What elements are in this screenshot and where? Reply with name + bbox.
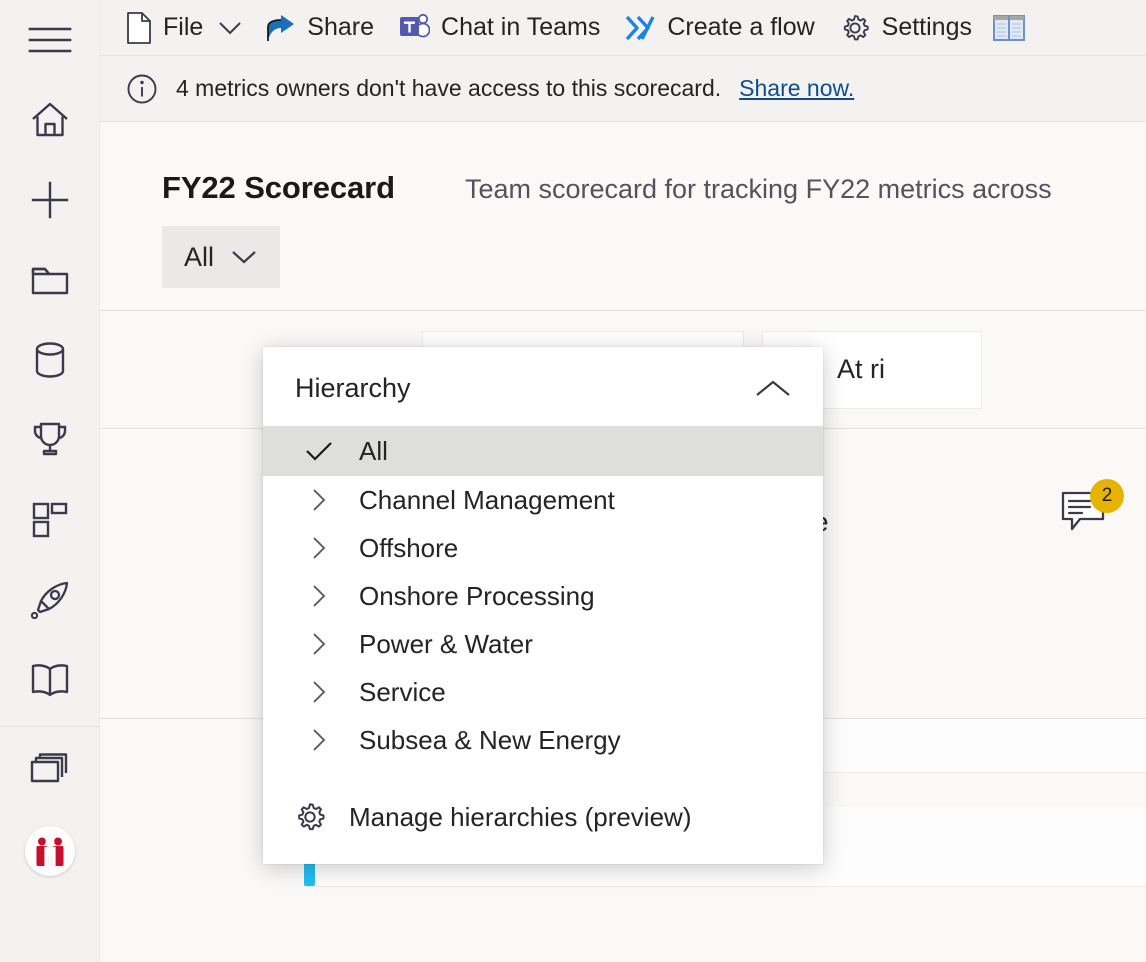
hierarchy-flyout-title: Hierarchy	[295, 373, 411, 404]
check-icon	[279, 439, 359, 463]
menu-icon[interactable]	[0, 0, 100, 80]
chevron-right-icon[interactable]	[279, 583, 359, 609]
hierarchy-item-label: Subsea & New Energy	[359, 725, 621, 756]
filter-row: All	[100, 206, 1146, 288]
workspaces-icon[interactable]	[0, 731, 100, 811]
hierarchy-item-offshore[interactable]: Offshore	[263, 524, 823, 572]
main-area: File Share C	[100, 0, 1146, 962]
data-hub-icon[interactable]	[0, 320, 100, 400]
apps-icon[interactable]	[0, 480, 100, 560]
left-nav-rail	[0, 0, 100, 962]
file-menu-button[interactable]: File	[114, 6, 254, 50]
chat-in-teams-button[interactable]: Chat in Teams	[386, 6, 612, 50]
learn-icon[interactable]	[0, 640, 100, 720]
comments-button[interactable]: 2	[1060, 489, 1116, 545]
home-icon[interactable]	[0, 80, 100, 160]
chevron-right-icon[interactable]	[279, 631, 359, 657]
teams-icon	[398, 13, 430, 43]
reading-view-icon	[992, 13, 1026, 43]
message-bar: 4 metrics owners don't have access to th…	[100, 56, 1146, 122]
hierarchy-item-label: Service	[359, 677, 446, 708]
chevron-right-icon[interactable]	[279, 679, 359, 705]
share-label: Share	[307, 15, 374, 40]
gear-icon	[293, 800, 327, 834]
create-a-flow-label: Create a flow	[667, 15, 814, 40]
file-label: File	[163, 15, 203, 40]
avatar[interactable]	[0, 811, 100, 891]
hierarchy-item-label: Power & Water	[359, 629, 533, 660]
chevron-up-icon	[753, 377, 793, 401]
comment-count-badge: 2	[1090, 479, 1124, 513]
hierarchy-filter-button[interactable]: All	[162, 226, 280, 288]
summary-card-name: At ri	[837, 354, 885, 385]
info-icon	[126, 73, 158, 105]
share-icon	[266, 13, 296, 43]
message-bar-text: 4 metrics owners don't have access to th…	[176, 75, 721, 102]
chevron-down-icon	[230, 249, 258, 265]
command-bar: File Share C	[100, 0, 1146, 56]
hierarchy-item-all[interactable]: All	[263, 426, 823, 476]
scorecard-header: FY22 Scorecard Team scorecard for tracki…	[100, 122, 1146, 206]
hierarchy-item-service[interactable]: Service	[263, 668, 823, 716]
chat-in-teams-label: Chat in Teams	[441, 15, 600, 40]
hierarchy-item-label: All	[359, 436, 388, 467]
app-root: File Share C	[0, 0, 1146, 962]
hierarchy-item-label: Offshore	[359, 533, 458, 564]
page-title: FY22 Scorecard	[162, 170, 395, 206]
hierarchy-item-label: Channel Management	[359, 485, 615, 516]
hierarchy-item-channel-management[interactable]: Channel Management	[263, 476, 823, 524]
create-a-flow-button[interactable]: Create a flow	[612, 6, 826, 50]
create-icon[interactable]	[0, 160, 100, 240]
page-subtitle: Team scorecard for tracking FY22 metrics…	[465, 174, 1052, 205]
deployment-icon[interactable]	[0, 560, 100, 640]
hierarchy-item-onshore-processing[interactable]: Onshore Processing	[263, 572, 823, 620]
gear-icon	[839, 12, 871, 44]
share-now-link[interactable]: Share now.	[739, 75, 854, 102]
hierarchy-filter-label: All	[184, 242, 214, 273]
settings-button[interactable]: Settings	[827, 6, 984, 50]
manage-hierarchies-button[interactable]: Manage hierarchies (preview)	[263, 770, 823, 856]
settings-label: Settings	[882, 15, 972, 40]
power-automate-icon	[624, 14, 656, 42]
hierarchy-flyout: Hierarchy All	[263, 347, 823, 864]
hierarchy-item-label: Onshore Processing	[359, 581, 595, 612]
chevron-down-icon	[218, 21, 242, 35]
file-icon	[126, 12, 152, 44]
rail-divider	[0, 726, 99, 727]
goals-icon[interactable]	[0, 400, 100, 480]
hierarchy-list: All Channel Management	[263, 426, 823, 770]
hierarchy-item-power-water[interactable]: Power & Water	[263, 620, 823, 668]
chevron-right-icon[interactable]	[279, 487, 359, 513]
browse-icon[interactable]	[0, 240, 100, 320]
reading-view-button[interactable]	[984, 6, 1034, 50]
workspace-avatar-circle	[25, 826, 75, 876]
hierarchy-item-subsea-new-energy[interactable]: Subsea & New Energy	[263, 716, 823, 764]
hierarchy-flyout-header[interactable]: Hierarchy	[263, 347, 823, 426]
chevron-right-icon[interactable]	[279, 535, 359, 561]
share-button[interactable]: Share	[254, 6, 386, 50]
manage-hierarchies-label: Manage hierarchies (preview)	[349, 802, 691, 833]
chevron-right-icon[interactable]	[279, 727, 359, 753]
